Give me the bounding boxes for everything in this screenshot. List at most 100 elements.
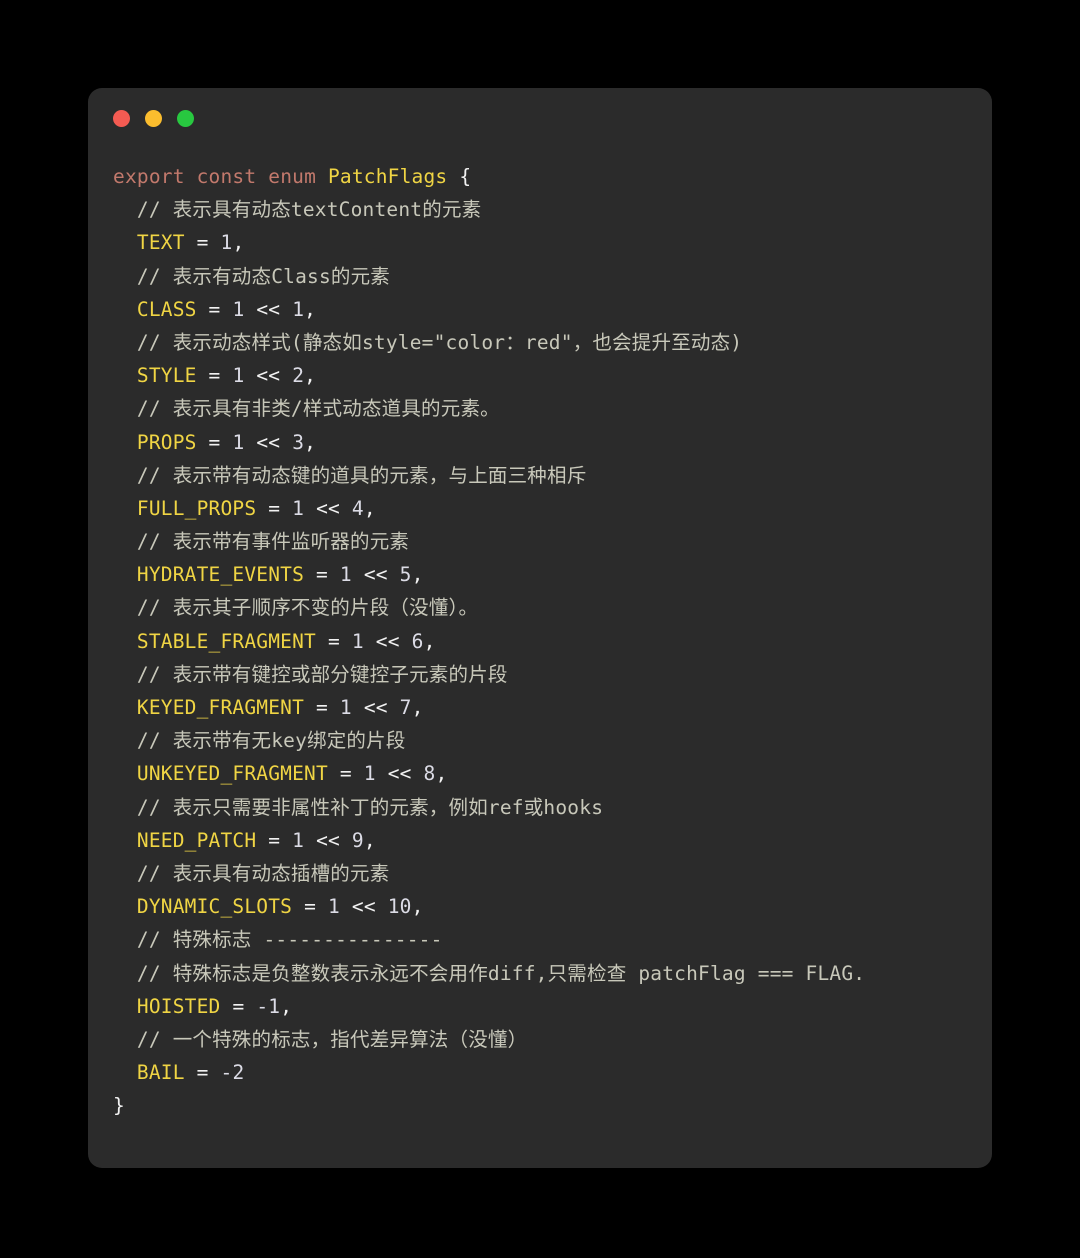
- token-sp: [209, 1061, 221, 1084]
- token-op: =: [316, 563, 328, 587]
- token-punct: ,: [304, 430, 317, 454]
- token-num: 1: [292, 828, 305, 852]
- code-line: TEXT = 1,: [113, 226, 992, 259]
- token-cmt: // 表示其子顺序不变的片段（没懂）。: [136, 596, 479, 620]
- token-sp: [376, 895, 388, 918]
- token-op: =: [304, 895, 317, 919]
- token-num: 1: [232, 364, 245, 388]
- code-line: HYDRATE_EVENTS = 1 << 5,: [113, 558, 992, 591]
- code-line: HOISTED = -1,: [113, 990, 992, 1023]
- code-line: FULL_PROPS = 1 << 4,: [113, 492, 992, 525]
- token-sp: [197, 298, 209, 321]
- code-line: // 一个特殊的标志，指代差异算法（没懂）: [113, 1023, 992, 1056]
- token-num: -2: [220, 1061, 245, 1085]
- token-sp: [316, 165, 328, 188]
- token-sp: [304, 696, 316, 719]
- token-sp: [328, 762, 340, 785]
- code-line: // 表示具有动态textContent的元素: [113, 193, 992, 226]
- token-sp: [244, 995, 256, 1018]
- token-op: =: [268, 828, 281, 852]
- token-sp: [292, 895, 304, 918]
- token-sp: [352, 762, 364, 785]
- code-line: // 表示带有键控或部分键控子元素的片段: [113, 658, 992, 691]
- token-sp: [388, 563, 400, 586]
- token-num: 4: [351, 496, 364, 520]
- token-op: <<: [375, 629, 400, 653]
- token-sp: [340, 895, 352, 918]
- minimize-button[interactable]: [145, 109, 162, 127]
- token-brace: }: [113, 1094, 125, 1118]
- token-num: 1: [339, 696, 352, 719]
- token-punct: ,: [232, 231, 245, 255]
- token-punct: ,: [411, 895, 424, 919]
- token-sp: [280, 497, 292, 520]
- token-op: =: [268, 496, 281, 520]
- token-sp: [185, 165, 197, 188]
- token-sp: [400, 630, 412, 653]
- token-brace: {: [459, 165, 472, 188]
- token-punct: ,: [411, 563, 424, 587]
- token-sp: [376, 762, 388, 785]
- token-punct: ,: [423, 629, 436, 653]
- token-op: <<: [387, 762, 412, 786]
- token-num: -1: [256, 994, 281, 1018]
- token-sp: [304, 497, 316, 520]
- token-sp: [352, 563, 364, 586]
- token-op: <<: [256, 297, 281, 321]
- token-op: =: [208, 430, 221, 454]
- token-kw: export: [113, 165, 185, 188]
- token-sp: [197, 364, 209, 387]
- token-num: 7: [399, 696, 412, 719]
- token-cmt: // 表示带有键控或部分键控子元素的片段: [136, 662, 508, 686]
- token-num: 1: [339, 563, 352, 587]
- code-block[interactable]: export const enum PatchFlags { // 表示具有动态…: [88, 148, 992, 1122]
- token-num: 1: [363, 762, 376, 786]
- token-cmt: // 表示只需要非属性补丁的元素，例如ref或hooks: [136, 795, 604, 819]
- token-name: CLASS: [136, 297, 197, 321]
- code-line: // 表示具有动态插槽的元素: [113, 857, 992, 890]
- token-name: DYNAMIC_SLOTS: [136, 895, 293, 919]
- token-num: 1: [351, 629, 364, 653]
- token-sp: [256, 829, 268, 852]
- token-name: HYDRATE_EVENTS: [136, 563, 305, 587]
- token-op: =: [327, 629, 340, 653]
- token-sp: [316, 630, 328, 653]
- token-punct: ,: [304, 364, 317, 388]
- token-punct: ,: [280, 994, 293, 1018]
- token-op: <<: [363, 563, 388, 587]
- token-sp: [280, 431, 292, 454]
- token-punct: ,: [304, 297, 317, 321]
- token-op: =: [316, 696, 328, 719]
- code-line: // 特殊标志 ---------------: [113, 923, 992, 956]
- token-op: <<: [363, 696, 388, 719]
- maximize-button[interactable]: [177, 109, 194, 127]
- close-button[interactable]: [113, 109, 130, 127]
- code-line: // 表示只需要非属性补丁的元素，例如ref或hooks: [113, 791, 992, 824]
- token-sp: [197, 431, 209, 454]
- token-sp: [340, 497, 352, 520]
- token-name: STYLE: [136, 364, 197, 388]
- token-punct: ,: [411, 696, 424, 719]
- token-sp: [221, 364, 233, 387]
- token-op: <<: [316, 496, 340, 520]
- token-op: =: [339, 762, 352, 786]
- token-kw: enum: [268, 165, 317, 188]
- code-line: KEYED_FRAGMENT = 1 << 7,: [113, 691, 992, 724]
- code-line: export const enum PatchFlags {: [113, 160, 992, 193]
- token-name: PROPS: [136, 430, 197, 454]
- code-line: UNKEYED_FRAGMENT = 1 << 8,: [113, 757, 992, 790]
- code-line: // 表示带有无key绑定的片段: [113, 724, 992, 757]
- code-line: PROPS = 1 << 3,: [113, 426, 992, 459]
- token-num: 1: [292, 496, 305, 520]
- code-line: BAIL = -2: [113, 1056, 992, 1089]
